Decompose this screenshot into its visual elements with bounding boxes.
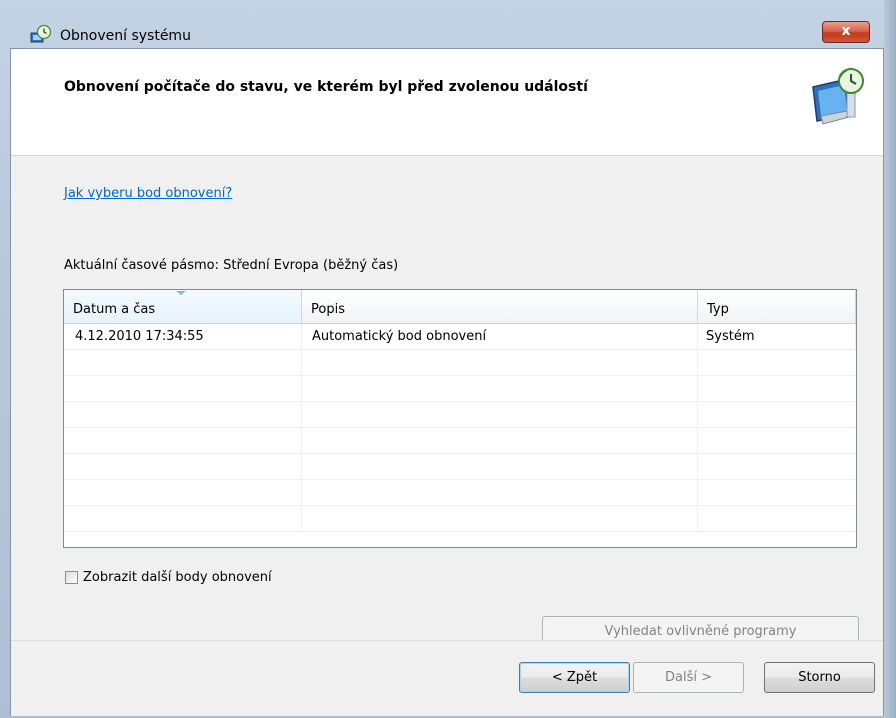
table-row[interactable]: 4.12.2010 17:34:55 Automatický bod obnov… <box>64 324 856 350</box>
wizard-body: Jak vyberu bod obnovení? Aktuální časové… <box>11 156 883 647</box>
close-button[interactable]: x <box>822 21 870 43</box>
help-link[interactable]: Jak vyberu bod obnovení? <box>64 186 232 201</box>
column-header-description[interactable]: Popis <box>302 290 698 324</box>
cancel-button[interactable]: Storno <box>764 662 875 693</box>
table-row-empty <box>64 480 856 506</box>
wizard-footer: < Zpět Další > Storno <box>11 640 883 716</box>
table-row-empty <box>64 454 856 480</box>
timezone-label: Aktuální časové pásmo: Střední Evropa (b… <box>64 258 399 273</box>
restore-points-table[interactable]: Datum a čas Popis Typ 4.12.2010 17:34:55… <box>63 289 857 548</box>
column-header-type[interactable]: Typ <box>698 290 856 324</box>
cell-datetime: 4.12.2010 17:34:55 <box>64 324 302 349</box>
window-title: Obnovení systému <box>60 28 191 44</box>
table-row-empty <box>64 376 856 402</box>
checkbox-box[interactable] <box>65 571 78 584</box>
cell-description: Automatický bod obnovení <box>302 324 698 349</box>
column-header-datetime[interactable]: Datum a čas <box>64 290 302 324</box>
checkbox-label: Zobrazit další body obnovení <box>83 570 272 585</box>
close-icon: x <box>841 23 851 39</box>
cell-type: Systém <box>698 324 856 349</box>
table-row-empty <box>64 350 856 376</box>
dialog-client-area: Obnovení počítače do stavu, ve kterém by… <box>10 48 884 716</box>
table-row-empty <box>64 428 856 454</box>
title-bar[interactable]: Obnovení systému <box>16 14 884 46</box>
wizard-header: Obnovení počítače do stavu, ve kterém by… <box>11 49 883 156</box>
table-row-empty <box>64 402 856 428</box>
table-row-empty <box>64 506 856 532</box>
system-restore-monitor-icon <box>812 68 864 125</box>
back-button[interactable]: < Zpět <box>519 662 630 693</box>
sort-arrow-icon <box>176 291 186 295</box>
table-header: Datum a čas Popis Typ <box>64 290 856 324</box>
window-frame-right-edge <box>884 0 896 718</box>
next-button[interactable]: Další > <box>633 662 744 693</box>
page-title: Obnovení počítače do stavu, ve kterém by… <box>64 79 588 95</box>
system-restore-icon <box>30 24 52 43</box>
